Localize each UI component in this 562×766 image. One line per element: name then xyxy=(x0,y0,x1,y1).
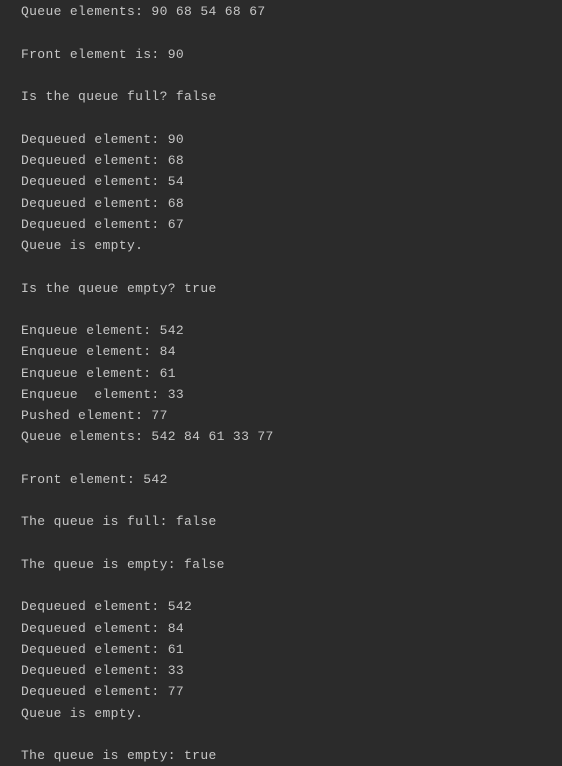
console-line: Dequeued element: 61 xyxy=(21,642,185,657)
console-line: Queue is empty. xyxy=(21,238,144,253)
console-line: Enqueue element: 61 xyxy=(21,366,176,381)
console-line: Queue elements: 90 68 54 68 67 xyxy=(21,4,266,19)
console-line: The queue is full: false xyxy=(21,514,217,529)
console-line: Enqueue element: 542 xyxy=(21,323,185,338)
console-line: Dequeued element: 67 xyxy=(21,217,185,232)
console-line: Dequeued element: 84 xyxy=(21,621,185,636)
console-line: Dequeued element: 68 xyxy=(21,153,185,168)
console-line: Dequeued element: 68 xyxy=(21,196,185,211)
console-line: Is the queue empty? true xyxy=(21,281,217,296)
console-line: Dequeued element: 542 xyxy=(21,599,193,614)
console-line: Dequeued element: 33 xyxy=(21,663,185,678)
console-line: Front element is: 90 xyxy=(21,47,185,62)
console-line: Dequeued element: 54 xyxy=(21,174,185,189)
console-output: Queue elements: 90 68 54 68 67 Front ele… xyxy=(0,0,562,766)
console-line: Dequeued element: 77 xyxy=(21,684,185,699)
console-line: The queue is empty: true xyxy=(21,748,217,763)
console-line: Front element: 542 xyxy=(21,472,168,487)
console-line: The queue is empty: false xyxy=(21,557,225,572)
console-line: Dequeued element: 90 xyxy=(21,132,185,147)
console-line: Pushed element: 77 xyxy=(21,408,168,423)
console-line: Enqueue element: 33 xyxy=(21,387,185,402)
console-line: Enqueue element: 84 xyxy=(21,344,176,359)
console-line: Is the queue full? false xyxy=(21,89,217,104)
console-line: Queue elements: 542 84 61 33 77 xyxy=(21,429,274,444)
console-line: Queue is empty. xyxy=(21,706,144,721)
